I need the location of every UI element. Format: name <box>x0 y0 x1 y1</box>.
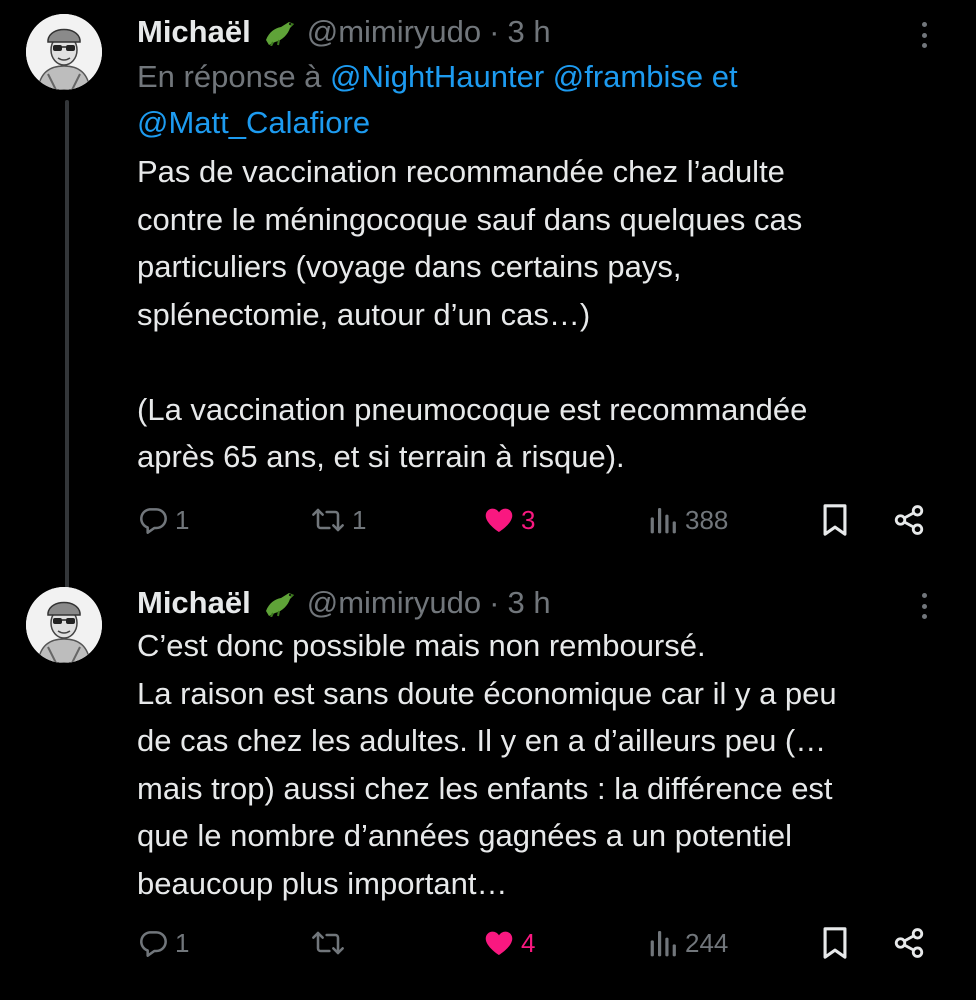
action-bar: 1 4 244 <box>137 923 937 963</box>
views-button[interactable]: 244 <box>649 923 728 963</box>
tweet-header: Michaël @mimiryudo · 3 h <box>137 10 936 54</box>
more-options-icon[interactable] <box>912 22 936 48</box>
timestamp[interactable]: 3 h <box>507 585 550 621</box>
reply-button[interactable]: 1 <box>137 923 189 963</box>
tweet-text: C’est donc possible mais non remboursé. … <box>137 622 936 907</box>
like-count: 4 <box>521 927 536 958</box>
like-button[interactable]: 3 <box>483 500 535 540</box>
author-name[interactable]: Michaël <box>137 585 251 621</box>
reply-count: 1 <box>175 504 190 535</box>
text-line: que le nombre d’années gagnées a un pote… <box>137 818 792 853</box>
bookmark-icon <box>823 927 847 959</box>
mention-link[interactable]: @frambise <box>553 59 703 94</box>
text-line: mais trop) aussi chez les enfants : la d… <box>137 770 833 806</box>
text-line: splénectomie, autour d’un cas…) <box>137 296 591 332</box>
like-button[interactable]: 4 <box>483 923 535 963</box>
text-line: beaucoup plus important… <box>137 865 508 901</box>
retweet-button[interactable] <box>310 923 352 963</box>
retweet-icon <box>312 508 344 532</box>
tweet[interactable]: Michaël @mimiryudo · 3 h C’est donc poss… <box>0 575 976 1000</box>
timestamp[interactable]: 3 h <box>507 14 550 50</box>
text-line: C’est donc possible mais non remboursé. <box>137 628 706 663</box>
author-name[interactable]: Michaël <box>137 14 251 50</box>
author-handle[interactable]: @mimiryudo <box>307 585 481 621</box>
text-line: contre le méningocoque sauf dans quelque… <box>137 201 803 237</box>
crocodile-icon <box>263 18 297 47</box>
bookmark-button[interactable] <box>820 923 850 963</box>
share-icon <box>894 928 924 958</box>
avatar[interactable] <box>26 14 102 90</box>
text-line: particuliers (voyage dans certains pays, <box>137 249 682 284</box>
tweet-content: Michaël @mimiryudo · 3 h En réponse à @N… <box>137 10 936 481</box>
views-button[interactable]: 388 <box>649 500 728 540</box>
action-bar: 1 1 3 388 <box>137 500 937 540</box>
mention-link[interactable]: @Matt_Calafiore <box>137 105 370 140</box>
share-icon <box>894 505 924 535</box>
tweet-header: Michaël @mimiryudo · 3 h <box>137 581 936 625</box>
heart-icon <box>485 931 513 955</box>
text-line: (La vaccination pneumocoque est recomman… <box>137 391 808 427</box>
reply-context: En réponse à @NightHaunter @frambise et … <box>137 54 936 146</box>
heart-icon <box>485 508 513 532</box>
reply-icon <box>140 931 167 957</box>
tweet[interactable]: Michaël @mimiryudo · 3 h En réponse à @N… <box>0 0 976 588</box>
reply-icon <box>140 508 167 534</box>
text-line: de cas chez les adultes. Il y en a d’ail… <box>137 723 827 758</box>
tweet-text: Pas de vaccination recommandée chez l’ad… <box>137 148 936 481</box>
mention-joiner: et <box>711 59 738 94</box>
text-line: La raison est sans doute économique car … <box>137 675 837 711</box>
reply-prefix: En réponse à <box>137 59 331 94</box>
separator-dot: · <box>489 14 500 49</box>
views-icon <box>650 508 676 534</box>
tweet-content: Michaël @mimiryudo · 3 h C’est donc poss… <box>137 581 936 907</box>
author-handle[interactable]: @mimiryudo <box>307 14 481 50</box>
bookmark-icon <box>823 504 847 536</box>
separator-dot: · <box>489 585 500 620</box>
like-count: 3 <box>521 504 536 535</box>
mention-link[interactable]: @NightHaunter <box>330 59 544 94</box>
retweet-count: 1 <box>352 504 367 535</box>
reply-button[interactable]: 1 <box>137 500 189 540</box>
share-button[interactable] <box>892 923 926 963</box>
views-icon <box>650 931 676 957</box>
view-count: 388 <box>685 504 729 535</box>
view-count: 244 <box>685 927 729 958</box>
retweet-icon <box>312 931 344 955</box>
crocodile-icon <box>263 589 297 618</box>
thread-connector-line <box>65 100 69 588</box>
share-button[interactable] <box>892 500 926 540</box>
avatar[interactable] <box>26 587 102 663</box>
text-line: Pas de vaccination recommandée chez l’ad… <box>137 154 785 189</box>
text-line: après 65 ans, et si terrain à risque). <box>137 439 625 474</box>
reply-count: 1 <box>175 927 190 958</box>
retweet-button[interactable]: 1 <box>310 500 366 540</box>
more-options-icon[interactable] <box>912 593 936 619</box>
bookmark-button[interactable] <box>820 500 850 540</box>
